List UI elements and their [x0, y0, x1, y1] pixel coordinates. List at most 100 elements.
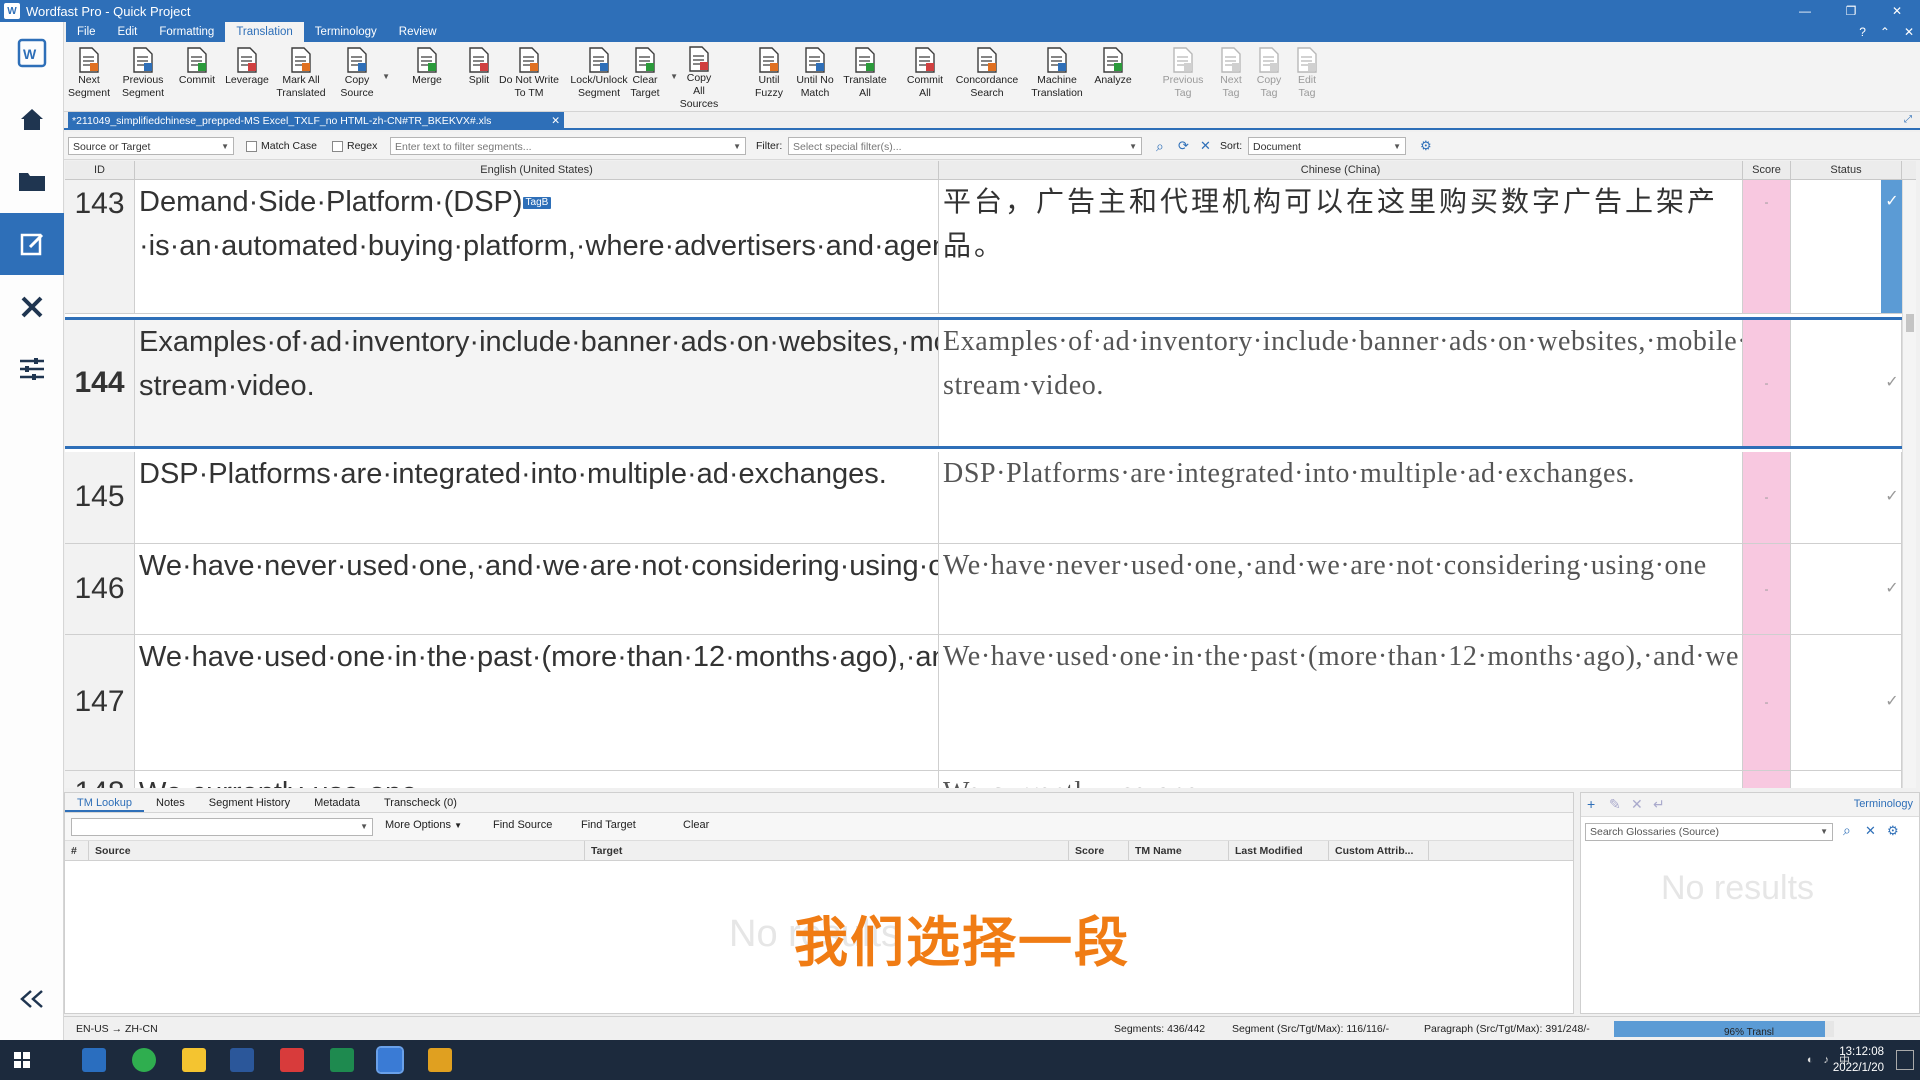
document-tab[interactable]: *211049_simplifiedchinese_prepped-MS Exc…: [68, 112, 564, 130]
gear-icon[interactable]: ⚙: [1420, 137, 1432, 155]
taskview-icon[interactable]: [82, 1048, 106, 1072]
source-cell[interactable]: DSP·Platforms·are·integrated·into·multip…: [135, 452, 939, 543]
maximize-editor-icon[interactable]: ⤢: [1904, 114, 1912, 125]
source-cell[interactable]: We·currently·use·one: [135, 771, 939, 788]
clear-search-icon[interactable]: ✕: [1865, 823, 1876, 839]
segment-row[interactable]: 145 DSP·Platforms·are·integrated·into·mu…: [65, 452, 1916, 544]
menu-file[interactable]: File: [66, 22, 107, 42]
ribbon-button-commit[interactable]: Commit: [172, 44, 222, 110]
target-cell[interactable]: We·currently·use·one: [939, 771, 1743, 788]
segment-row[interactable]: 147 We·have·used·one·in·the·past·(more·t…: [65, 635, 1916, 771]
tab-tm-lookup[interactable]: TM Lookup: [65, 793, 145, 812]
menu-edit[interactable]: Edit: [107, 22, 149, 42]
segment-row[interactable]: 146 We·have·never·used·one,·and·we·are·n…: [65, 544, 1916, 635]
network-icon[interactable]: ◐: [1807, 1054, 1814, 1066]
maximize-button[interactable]: ❐: [1828, 0, 1874, 22]
menu-review[interactable]: Review: [388, 22, 448, 42]
header-score[interactable]: Score: [1743, 161, 1791, 180]
ribbon-button-until-fuzzy[interactable]: Until Fuzzy: [744, 44, 794, 110]
target-cell[interactable]: 平台，广告主和代理机构可以在这里购买数字广告上架产品。: [939, 180, 1743, 313]
settings-sliders-icon[interactable]: [0, 338, 64, 400]
ribbon-button-do-not-write[interactable]: Do Not Write To TM: [494, 44, 564, 110]
source-cell[interactable]: We·have·never·used·one,·and·we·are·not·c…: [135, 544, 939, 634]
inline-tag[interactable]: TagB: [522, 197, 552, 210]
ribbon-button-concordance[interactable]: Concordance Search: [952, 44, 1022, 110]
checkbox-box[interactable]: [246, 140, 257, 152]
ribbon-button-translate-all[interactable]: Translate All: [840, 44, 890, 110]
chevron-down-icon[interactable]: ▼: [382, 72, 390, 81]
ribbon-button-merge[interactable]: Merge: [402, 44, 452, 110]
edit-term-icon[interactable]: ✎: [1609, 796, 1621, 813]
scrollbar-thumb[interactable]: [1906, 314, 1914, 332]
clear-button[interactable]: Clear: [683, 819, 709, 831]
filter-text-input[interactable]: Enter text to filter segments... ▼: [390, 137, 746, 155]
tab-metadata[interactable]: Metadata: [302, 793, 372, 812]
close-tab-icon[interactable]: ✕: [551, 112, 560, 130]
segment-row[interactable]: 143 Demand·Side·Platform·(DSP) TagB ·is·an…: [65, 180, 1916, 314]
delete-term-icon[interactable]: ✕: [1631, 796, 1643, 813]
add-term-icon[interactable]: +: [1587, 796, 1595, 812]
file-explorer-icon[interactable]: [182, 1048, 206, 1072]
wordfast-taskbar-icon[interactable]: [376, 1046, 404, 1074]
lookup-search-input[interactable]: ▼: [71, 818, 373, 836]
ribbon-button-mark-all[interactable]: Mark All Translated: [276, 44, 326, 110]
ribbon-button-machine-translation[interactable]: Machine Translation: [1022, 44, 1092, 110]
match-case-checkbox[interactable]: Match Case: [246, 137, 317, 155]
ribbon-button-edit-tag[interactable]: Edit Tag: [1282, 44, 1332, 110]
regex-checkbox[interactable]: Regex: [332, 137, 377, 155]
find-source-button[interactable]: Find Source: [493, 819, 552, 831]
ribbon-button-previous-segment[interactable]: Previous Segment: [118, 44, 168, 110]
app-icon[interactable]: [428, 1048, 452, 1072]
col-target[interactable]: Target: [585, 841, 1069, 861]
glossary-search-input[interactable]: Search Glossaries (Source) ▼: [1585, 823, 1833, 841]
tools-icon[interactable]: [0, 276, 64, 338]
clear-filter-icon[interactable]: ✕: [1200, 137, 1211, 155]
tab-notes[interactable]: Notes: [144, 793, 197, 812]
source-cell[interactable]: Demand·Side·Platform·(DSP) TagB ·is·an·aut…: [135, 180, 939, 313]
menu-formatting[interactable]: Formatting: [148, 22, 225, 42]
ribbon-button-next-segment[interactable]: Next Segment: [64, 44, 114, 110]
help-icon[interactable]: ?: [1859, 22, 1866, 42]
target-cell-editing[interactable]: Examples·of·ad·inventory·include·banner·…: [939, 320, 1743, 446]
ribbon-button-copy-source[interactable]: Copy Source ▼: [332, 44, 390, 110]
ribbon-button-previous-tag[interactable]: Previous Tag: [1158, 44, 1208, 110]
sort-select[interactable]: Document ▼: [1248, 137, 1406, 155]
source-cell[interactable]: We·have·used·one·in·the·past·(more·than·…: [135, 635, 939, 770]
target-cell[interactable]: We·have·never·used·one,·and·we·are·not·c…: [939, 544, 1743, 634]
notifications-icon[interactable]: [1896, 1050, 1914, 1070]
ribbon-button-until-no-match[interactable]: Until No Match: [790, 44, 840, 110]
col-tm-name[interactable]: TM Name: [1129, 841, 1229, 861]
windows-start-icon[interactable]: [14, 1052, 30, 1068]
clock[interactable]: 13:12:08 2022/1/20: [1833, 1044, 1884, 1076]
ribbon-button-copy-all[interactable]: Copy All Sources: [674, 44, 724, 110]
target-cell[interactable]: We·have·used·one·in·the·past·(more·than·…: [939, 635, 1743, 770]
ribbon-button-clear-target[interactable]: Clear Target ▼: [620, 44, 678, 110]
spreadsheet-icon[interactable]: [330, 1048, 354, 1072]
ribbon-button-commit-all[interactable]: Commit All: [900, 44, 950, 110]
tab-segment-history[interactable]: Segment History: [197, 793, 302, 812]
word-icon[interactable]: [230, 1048, 254, 1072]
minimize-button[interactable]: —: [1782, 0, 1828, 22]
filter-scope-select[interactable]: Source or Target ▼: [68, 137, 234, 155]
wps-icon[interactable]: [280, 1048, 304, 1072]
close-project-icon[interactable]: ✕: [1904, 22, 1914, 42]
gear-icon[interactable]: ⚙: [1887, 823, 1899, 839]
more-options-button[interactable]: More Options ▼: [385, 819, 462, 831]
source-cell[interactable]: Examples·of·ad·inventory·include·banner·…: [135, 320, 939, 446]
header-id[interactable]: ID: [65, 161, 135, 180]
col-number[interactable]: #: [65, 841, 89, 861]
browser-icon[interactable]: [132, 1048, 156, 1072]
segment-row[interactable]: 148 We·currently·use·one We·currently·us…: [65, 771, 1916, 788]
search-icon[interactable]: ⌕: [1843, 822, 1851, 839]
menu-terminology[interactable]: Terminology: [304, 22, 388, 42]
search-icon[interactable]: ⌕: [1156, 137, 1164, 155]
collapse-rail-icon[interactable]: [0, 968, 64, 1030]
checkbox-box[interactable]: [332, 140, 343, 152]
segment-row-active[interactable]: 144 Examples·of·ad·inventory·include·ban…: [65, 317, 1916, 449]
tab-transcheck[interactable]: Transcheck (0): [372, 793, 469, 812]
find-target-button[interactable]: Find Target: [581, 819, 636, 831]
col-last-modified[interactable]: Last Modified: [1229, 841, 1329, 861]
folder-icon[interactable]: [0, 150, 64, 212]
col-source[interactable]: Source: [89, 841, 585, 861]
grid-scrollbar[interactable]: [1902, 180, 1916, 788]
